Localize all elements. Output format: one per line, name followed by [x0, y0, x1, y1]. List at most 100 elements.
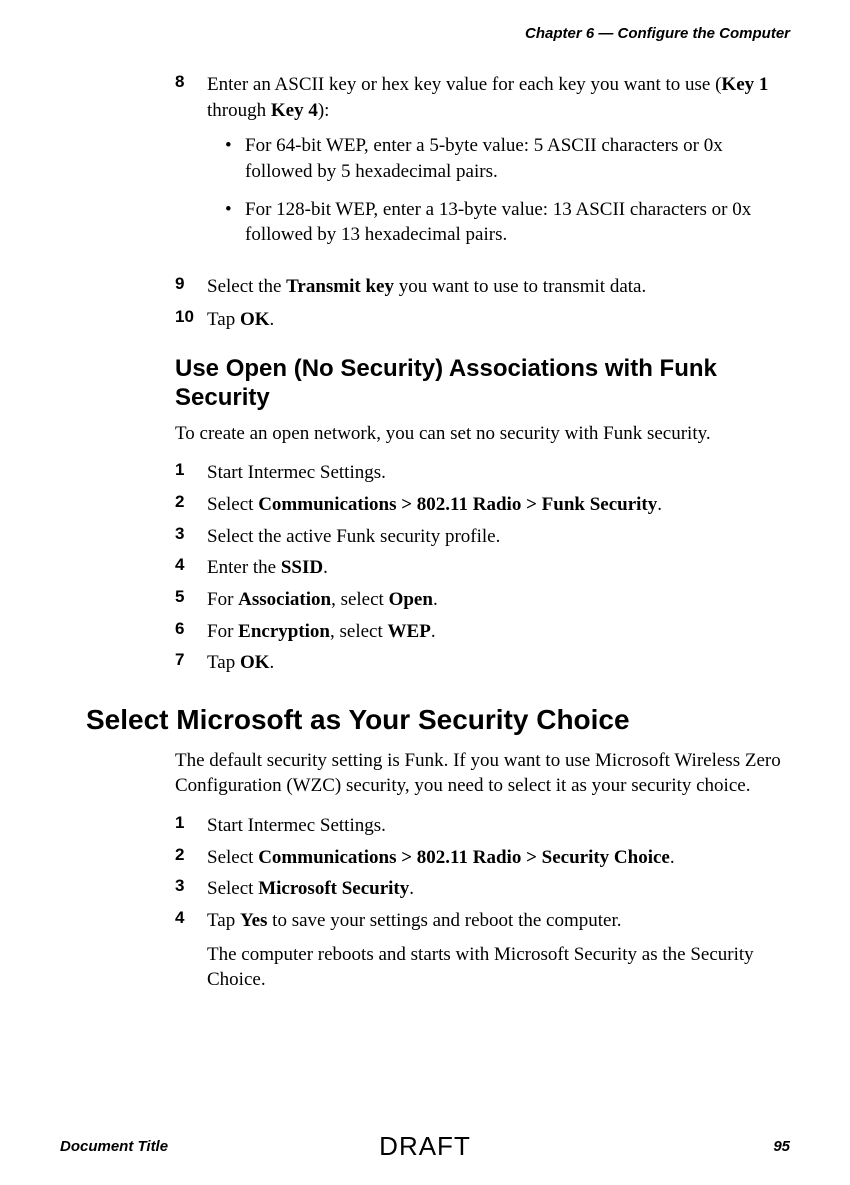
page: Chapter 6 — Configure the Computer 8 Ent… — [0, 0, 850, 1185]
text: . — [433, 589, 438, 610]
step-number: 7 — [175, 650, 207, 676]
bullet-mark: • — [225, 133, 245, 184]
step-2: 2 Select Communications > 802.11 Radio >… — [175, 845, 790, 871]
step-number: 3 — [175, 876, 207, 902]
bold: Open — [389, 589, 433, 610]
text: Tap — [207, 309, 240, 330]
text: . — [431, 621, 436, 642]
step-body: Enter an ASCII key or hex key value for … — [207, 72, 790, 260]
step-1: 1 Start Intermec Settings. — [175, 813, 790, 839]
bullet-list: • For 64-bit WEP, enter a 5-byte value: … — [207, 133, 790, 248]
text: For — [207, 621, 238, 642]
bullet-text: For 64-bit WEP, enter a 5-byte value: 5 … — [245, 133, 790, 184]
step-9: 9 Select the Transmit key you want to us… — [175, 274, 790, 300]
text: . — [670, 847, 675, 868]
text: Select — [207, 847, 258, 868]
step-body: Select the active Funk security profile. — [207, 524, 790, 550]
step-3: 3 Select Microsoft Security. — [175, 876, 790, 902]
page-footer: Document Title DRAFT 95 — [60, 1138, 790, 1155]
step-body: For Association, select Open. — [207, 587, 790, 613]
step-1: 1 Start Intermec Settings. — [175, 460, 790, 486]
bullet-item: • For 64-bit WEP, enter a 5-byte value: … — [225, 133, 790, 184]
step-body: Start Intermec Settings. — [207, 813, 790, 839]
step-2: 2 Select Communications > 802.11 Radio >… — [175, 492, 790, 518]
text: . — [270, 652, 275, 673]
subsection-heading: Use Open (No Security) Associations with… — [175, 355, 790, 413]
text: Select — [207, 878, 258, 899]
step-number: 6 — [175, 619, 207, 645]
footer-page-number: 95 — [773, 1138, 790, 1155]
step-body: Enter the SSID. — [207, 555, 790, 581]
step-8: 8 Enter an ASCII key or hex key value fo… — [175, 72, 790, 260]
text: . — [270, 309, 275, 330]
bold: Association — [238, 589, 331, 610]
bold: Transmit key — [286, 276, 394, 297]
step-body: Tap OK. — [207, 307, 790, 333]
text: to save your settings and reboot the com… — [267, 910, 621, 931]
step-number: 10 — [175, 307, 207, 333]
text: Tap — [207, 652, 240, 673]
footer-draft-watermark: DRAFT — [379, 1131, 471, 1162]
text: . — [323, 557, 328, 578]
paragraph: To create an open network, you can set n… — [175, 421, 790, 447]
text: you want to use to transmit data. — [394, 276, 646, 297]
step-4: 4 Tap Yes to save your settings and rebo… — [175, 908, 790, 934]
step-number: 4 — [175, 908, 207, 934]
content-area-2: The default security setting is Funk. If… — [175, 748, 790, 993]
step-6: 6 For Encryption, select WEP. — [175, 619, 790, 645]
bullet-item: • For 128-bit WEP, enter a 13-byte value… — [225, 197, 790, 248]
step-number: 1 — [175, 813, 207, 839]
text: . — [657, 494, 662, 515]
chapter-header: Chapter 6 — Configure the Computer — [60, 25, 790, 42]
ordered-list: 1 Start Intermec Settings. 2 Select Comm… — [175, 813, 790, 934]
text: For — [207, 589, 238, 610]
step-body: Select Communications > 802.11 Radio > F… — [207, 492, 790, 518]
step-number: 3 — [175, 524, 207, 550]
step-body: Select Microsoft Security. — [207, 876, 790, 902]
step-number: 4 — [175, 555, 207, 581]
bold: Encryption — [238, 621, 330, 642]
step-number: 9 — [175, 274, 207, 300]
text: ): — [318, 100, 330, 121]
bold: WEP — [388, 621, 431, 642]
bold: OK — [240, 652, 270, 673]
ordered-list: 1 Start Intermec Settings. 2 Select Comm… — [175, 460, 790, 675]
text: , select — [331, 589, 389, 610]
bold: Microsoft Security — [258, 878, 409, 899]
bullet-mark: • — [225, 197, 245, 248]
step-5: 5 For Association, select Open. — [175, 587, 790, 613]
step-number: 2 — [175, 492, 207, 518]
text: Tap — [207, 910, 240, 931]
footer-doc-title: Document Title — [60, 1138, 168, 1155]
step-4: 4 Enter the SSID. — [175, 555, 790, 581]
bold: SSID — [281, 557, 323, 578]
step-body: Select Communications > 802.11 Radio > S… — [207, 845, 790, 871]
step-number: 1 — [175, 460, 207, 486]
text: Select — [207, 494, 258, 515]
step-number: 5 — [175, 587, 207, 613]
content-area: 8 Enter an ASCII key or hex key value fo… — [175, 72, 790, 676]
step-number: 8 — [175, 72, 207, 260]
text: Select the — [207, 276, 286, 297]
step-body: Start Intermec Settings. — [207, 460, 790, 486]
followup-text: The computer reboots and starts with Mic… — [207, 942, 790, 993]
step-10: 10 Tap OK. — [175, 307, 790, 333]
bold: Communications > 802.11 Radio > Funk Sec… — [258, 494, 657, 515]
step-number: 2 — [175, 845, 207, 871]
bold: Key 4 — [271, 100, 318, 121]
step-body: Tap Yes to save your settings and reboot… — [207, 908, 790, 934]
bold: Communications > 802.11 Radio > Security… — [258, 847, 670, 868]
step-7: 7 Tap OK. — [175, 650, 790, 676]
text: , select — [330, 621, 388, 642]
step-body: Select the Transmit key you want to use … — [207, 274, 790, 300]
text: through — [207, 100, 271, 121]
bullet-text: For 128-bit WEP, enter a 13-byte value: … — [245, 197, 790, 248]
step-body: Tap OK. — [207, 650, 790, 676]
section-heading: Select Microsoft as Your Security Choice — [86, 704, 790, 736]
text: Enter an ASCII key or hex key value for … — [207, 74, 721, 95]
text: . — [409, 878, 414, 899]
step-body: For Encryption, select WEP. — [207, 619, 790, 645]
bold: Key 1 — [721, 74, 768, 95]
paragraph: The default security setting is Funk. If… — [175, 748, 790, 799]
text: Enter the — [207, 557, 281, 578]
